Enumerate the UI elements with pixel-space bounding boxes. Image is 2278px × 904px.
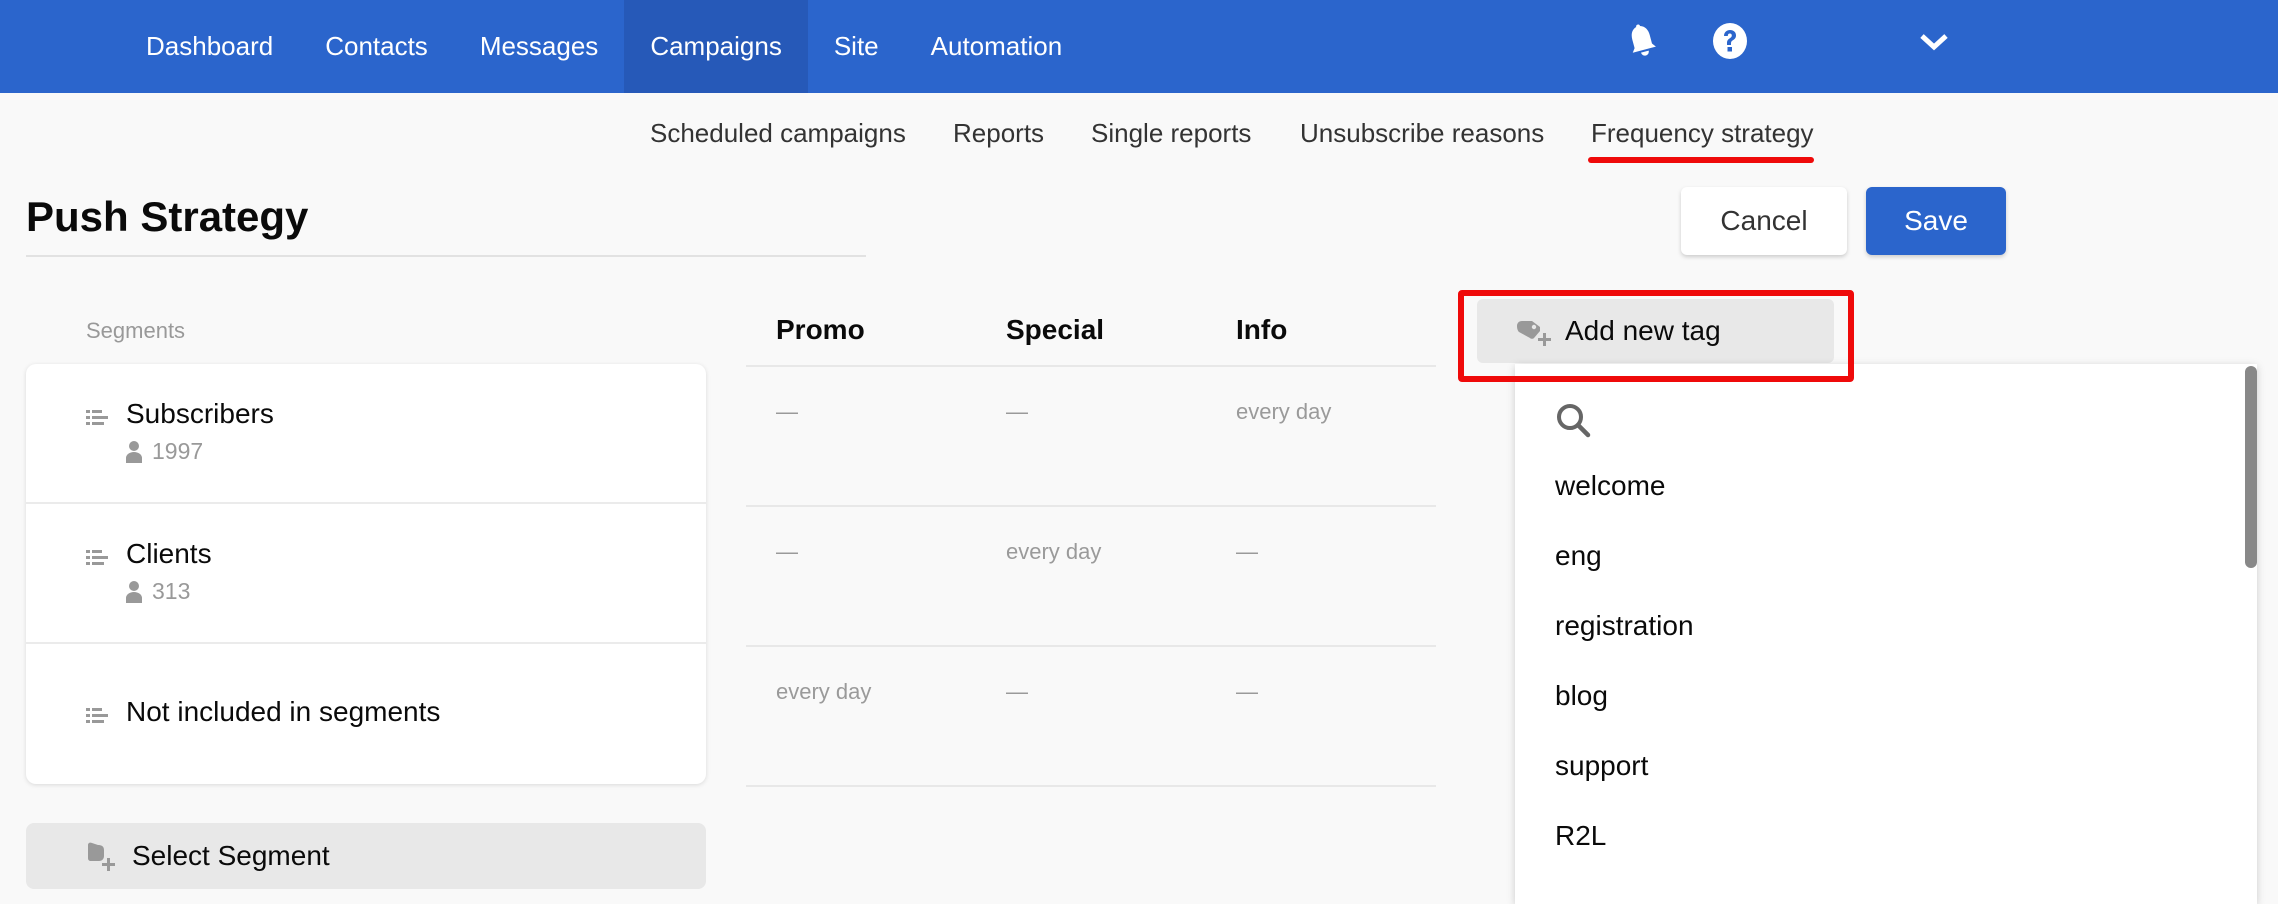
nav-site[interactable]: Site bbox=[808, 0, 905, 93]
segments-list: Subscribers 1997 Clients 313 Not include… bbox=[26, 364, 706, 784]
select-segment-label: Select Segment bbox=[132, 840, 330, 871]
segment-name: Clients bbox=[126, 538, 212, 569]
sub-navigation: Scheduled campaigns Reports Single repor… bbox=[0, 112, 2278, 162]
table-cell[interactable]: every day bbox=[1236, 399, 1331, 425]
segment-count: 1997 bbox=[126, 438, 203, 465]
nav-dashboard[interactable]: Dashboard bbox=[120, 0, 299, 93]
help-icon[interactable] bbox=[1712, 22, 1748, 60]
select-segment-button[interactable]: Select Segment bbox=[26, 823, 706, 889]
subnav-unsubscribe-reasons[interactable]: Unsubscribe reasons bbox=[1300, 118, 1544, 149]
segment-count-value: 1997 bbox=[152, 438, 204, 464]
title-divider bbox=[26, 255, 866, 257]
column-header-info: Info bbox=[1236, 314, 1288, 345]
chevron-down-icon[interactable] bbox=[1920, 30, 1948, 52]
subnav-reports[interactable]: Reports bbox=[953, 118, 1044, 149]
table-cell[interactable]: — bbox=[776, 539, 798, 565]
nav-campaigns[interactable]: Campaigns bbox=[624, 0, 808, 93]
segment-count-value: 313 bbox=[152, 578, 191, 604]
subnav-frequency-strategy[interactable]: Frequency strategy bbox=[1591, 118, 1814, 149]
bell-icon[interactable] bbox=[1624, 20, 1660, 62]
top-navigation-bar: Dashboard Contacts Messages Campaigns Si… bbox=[0, 0, 2278, 93]
table-row: — — every day bbox=[746, 367, 1436, 507]
person-icon bbox=[126, 580, 142, 603]
nav-automation[interactable]: Automation bbox=[905, 0, 1089, 93]
segment-item[interactable]: Not included in segments bbox=[26, 644, 706, 784]
segment-item[interactable]: Subscribers 1997 bbox=[26, 364, 706, 504]
main-nav: Dashboard Contacts Messages Campaigns Si… bbox=[120, 0, 1088, 93]
table-cell[interactable]: — bbox=[1006, 399, 1028, 425]
nav-messages[interactable]: Messages bbox=[454, 0, 625, 93]
add-new-tag-label: Add new tag bbox=[1565, 315, 1721, 346]
tag-option[interactable]: support bbox=[1555, 750, 1648, 782]
table-cell[interactable]: every day bbox=[1006, 539, 1101, 565]
segment-item[interactable]: Clients 313 bbox=[26, 504, 706, 644]
list-icon bbox=[86, 708, 108, 723]
active-tab-underline bbox=[1588, 157, 1814, 163]
tag-option[interactable]: registration bbox=[1555, 610, 1694, 642]
add-tag-icon bbox=[1517, 321, 1551, 346]
add-segment-icon bbox=[88, 842, 115, 871]
tag-dropdown: welcome eng registration blog support R2… bbox=[1515, 364, 2257, 904]
column-header-special: Special bbox=[1006, 314, 1105, 345]
table-cell[interactable]: — bbox=[1236, 679, 1258, 705]
cancel-button[interactable]: Cancel bbox=[1681, 187, 1847, 255]
table-cell[interactable]: — bbox=[1236, 539, 1258, 565]
subnav-single-reports[interactable]: Single reports bbox=[1091, 118, 1251, 149]
table-row: — every day — bbox=[746, 507, 1436, 647]
frequency-table: Promo Special Info — — every day — every… bbox=[746, 300, 1436, 787]
tag-option[interactable]: R2L bbox=[1555, 820, 1606, 852]
nav-contacts[interactable]: Contacts bbox=[299, 0, 454, 93]
column-header-promo: Promo bbox=[776, 314, 865, 345]
table-cell[interactable]: — bbox=[1006, 679, 1028, 705]
tag-option[interactable]: blog bbox=[1555, 680, 1608, 712]
list-icon bbox=[86, 410, 108, 425]
dropdown-scrollbar[interactable] bbox=[2245, 366, 2257, 568]
segment-name: Not included in segments bbox=[126, 696, 441, 727]
person-icon bbox=[126, 440, 142, 463]
table-cell[interactable]: every day bbox=[776, 679, 871, 705]
subnav-scheduled-campaigns[interactable]: Scheduled campaigns bbox=[650, 118, 906, 149]
add-new-tag-button[interactable]: Add new tag bbox=[1477, 299, 1834, 363]
search-icon[interactable] bbox=[1555, 402, 1591, 438]
table-header: Promo Special Info bbox=[746, 300, 1436, 367]
segment-count: 313 bbox=[126, 578, 190, 605]
table-cell[interactable]: — bbox=[776, 399, 798, 425]
page-title: Push Strategy bbox=[26, 193, 309, 240]
table-row: every day — — bbox=[746, 647, 1436, 787]
tag-option[interactable]: welcome bbox=[1555, 470, 1665, 502]
save-button[interactable]: Save bbox=[1866, 187, 2006, 255]
segment-name: Subscribers bbox=[126, 398, 274, 429]
tag-option[interactable]: eng bbox=[1555, 540, 1602, 572]
segments-label: Segments bbox=[86, 318, 186, 343]
list-icon bbox=[86, 550, 108, 565]
